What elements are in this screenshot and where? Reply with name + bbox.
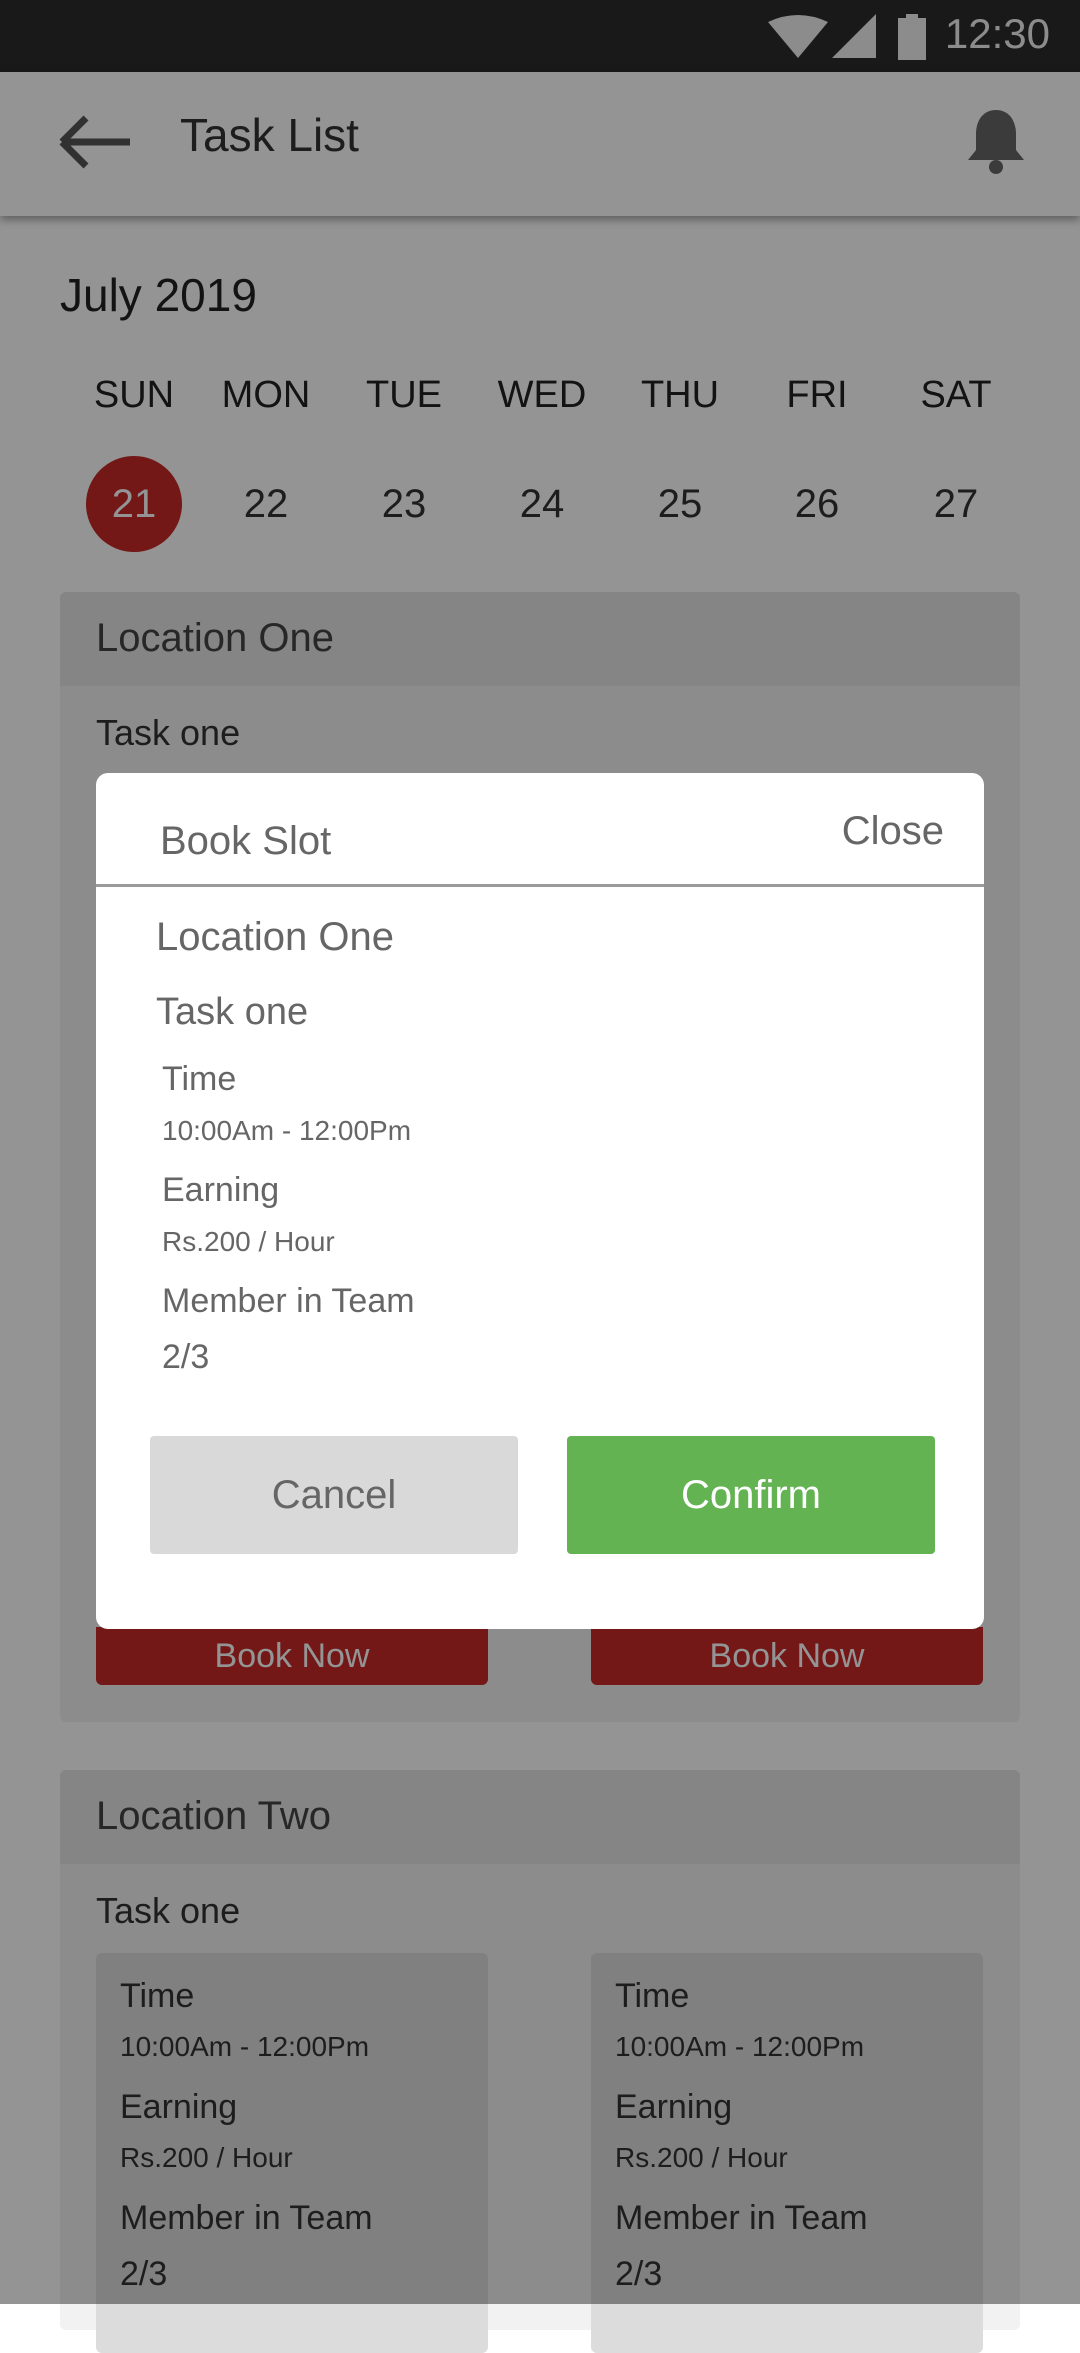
close-button[interactable]: Close [842,809,944,854]
cancel-button[interactable]: Cancel [150,1436,518,1554]
earning-label: Earning [162,1171,280,1209]
dialog-title: Book Slot [160,819,332,863]
time-label: Time [162,1060,237,1098]
team-value: 2/3 [162,1338,210,1376]
confirm-button[interactable]: Confirm [567,1436,935,1554]
book-slot-dialog: Book Slot Close Location One Task one Ti… [96,773,984,1629]
time-value: 10:00Am - 12:00Pm [162,1115,412,1146]
dialog-divider [96,884,984,887]
team-label: Member in Team [162,1282,415,1320]
dialog-location: Location One [156,915,394,959]
earning-value: Rs.200 / Hour [162,1226,335,1257]
dialog-task: Task one [156,991,309,1033]
